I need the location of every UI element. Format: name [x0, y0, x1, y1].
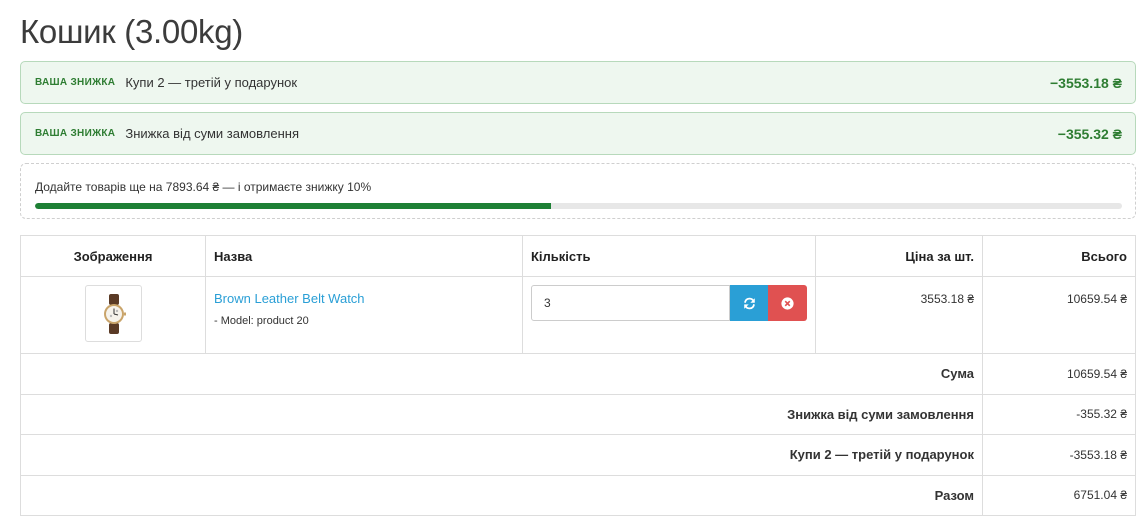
discount-banner-buy2: ВАША ЗНИЖКА Купи 2 — третій у подарунок … [20, 61, 1136, 104]
progress-track [35, 203, 1122, 209]
header-name: Назва [205, 235, 523, 277]
header-unit-price: Ціна за шт. [815, 235, 983, 277]
header-image: Зображення [20, 235, 206, 277]
totals-label: Знижка від суми замовлення [20, 393, 983, 435]
totals-row-subtotal: Сума 10659.54 ₴ [20, 353, 1136, 395]
totals-row-buy2-discount: Купи 2 — третій у подарунок -3553.18 ₴ [20, 434, 1136, 476]
discount-text: Знижка від суми замовлення [125, 126, 299, 141]
update-quantity-button[interactable] [730, 285, 768, 321]
product-thumbnail[interactable] [84, 285, 142, 342]
discount-badge: ВАША ЗНИЖКА [35, 77, 116, 88]
product-name-cell: Brown Leather Belt Watch - Model: produc… [205, 276, 523, 354]
product-quantity-cell [522, 276, 816, 354]
totals-label: Купи 2 — третій у подарунок [20, 434, 983, 476]
totals-value: 6751.04 ₴ [982, 474, 1136, 516]
remove-circle-icon [781, 296, 794, 310]
product-unit-price: 3553.18 ₴ [815, 276, 983, 354]
discount-amount: −3553.18 ₴ [1049, 74, 1122, 91]
quantity-input[interactable] [531, 285, 730, 321]
totals-value: -3553.18 ₴ [982, 434, 1136, 476]
header-quantity: Кількість [522, 235, 816, 277]
cart-table: Зображення Назва Кількість Ціна за шт. В… [20, 235, 1136, 516]
table-row: Brown Leather Belt Watch - Model: produc… [20, 276, 1136, 354]
progress-text: Додайте товарів ще на 7893.64 ₴ — і отри… [35, 180, 372, 194]
discount-badge: ВАША ЗНИЖКА [35, 128, 116, 139]
progress-fill [35, 203, 551, 209]
product-image-cell [20, 276, 206, 354]
product-name-link[interactable]: Brown Leather Belt Watch [214, 291, 514, 306]
product-total: 10659.54 ₴ [982, 276, 1136, 354]
discount-banner-order-sum: ВАША ЗНИЖКА Знижка від суми замовлення −… [20, 112, 1136, 155]
page-title: Кошик (3.00kg) [20, 13, 243, 50]
remove-item-button[interactable] [768, 285, 807, 321]
discount-progress-box: Додайте товарів ще на 7893.64 ₴ — і отри… [20, 163, 1136, 219]
watch-icon [103, 294, 126, 334]
quantity-group [531, 285, 807, 321]
product-model: - Model: product 20 [214, 315, 309, 327]
totals-value: 10659.54 ₴ [982, 353, 1136, 395]
header-total: Всього [982, 235, 1136, 277]
totals-label: Разом [20, 474, 983, 516]
cart-table-header: Зображення Назва Кількість Ціна за шт. В… [20, 235, 1136, 277]
discount-text: Купи 2 — третій у подарунок [125, 75, 298, 90]
refresh-icon [743, 297, 755, 309]
totals-row-grand-total: Разом 6751.04 ₴ [20, 474, 1136, 516]
totals-label: Сума [20, 353, 983, 395]
discount-amount: −355.32 ₴ [1057, 125, 1122, 142]
totals-row-order-discount: Знижка від суми замовлення -355.32 ₴ [20, 393, 1136, 435]
totals-value: -355.32 ₴ [982, 393, 1136, 435]
